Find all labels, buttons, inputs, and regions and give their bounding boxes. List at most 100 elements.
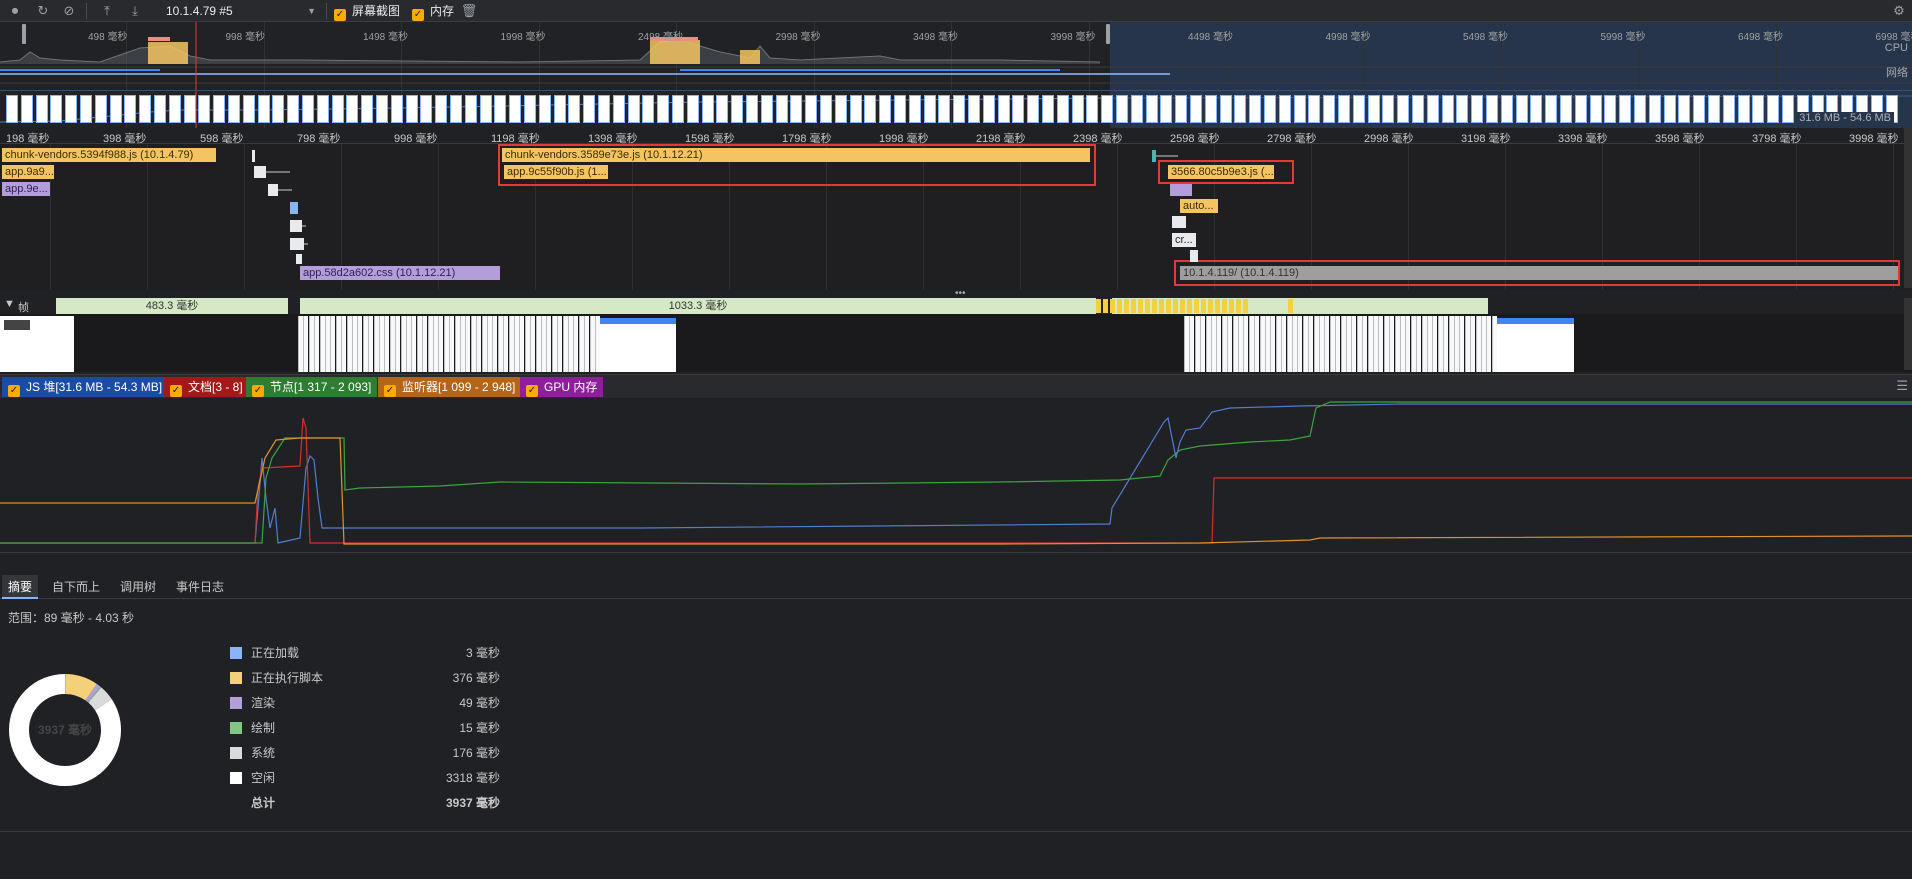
screenshot-thumbnail[interactable] — [551, 316, 557, 372]
screenshot-thumbnail[interactable] — [595, 316, 600, 372]
screenshot-thumbnail[interactable] — [1254, 316, 1260, 372]
screenshot-thumbnail[interactable] — [325, 316, 330, 372]
screenshot-thumbnail[interactable] — [346, 316, 352, 372]
screenshot-thumbnail[interactable] — [1448, 316, 1454, 372]
download-icon[interactable]: ⤓ — [126, 2, 144, 20]
legend-js-heap[interactable]: ✓ JS 堆[31.6 MB - 54.3 MB] — [2, 377, 169, 397]
upload-icon[interactable]: ⤒ — [98, 2, 116, 20]
screenshot-thumbnail[interactable] — [1227, 316, 1233, 372]
screenshot-thumbnail[interactable] — [1232, 316, 1238, 372]
screenshot-thumbnail[interactable] — [341, 316, 347, 372]
screenshot-thumbnail[interactable] — [600, 318, 676, 372]
screenshot-thumbnail[interactable] — [1362, 316, 1368, 372]
legend-nodes[interactable]: ✓ 节点[1 317 - 2 093] — [246, 377, 378, 397]
screenshot-thumbnail[interactable] — [1367, 316, 1373, 372]
screenshot-thumbnail[interactable] — [1410, 316, 1416, 372]
screenshot-thumbnail[interactable] — [1378, 316, 1384, 372]
screenshot-thumbnail[interactable] — [1265, 316, 1270, 372]
tab-call-tree[interactable]: 调用树 — [114, 575, 162, 599]
screenshot-thumbnail[interactable] — [1459, 316, 1465, 372]
screenshot-thumbnail[interactable] — [1491, 316, 1497, 372]
screenshot-thumbnail[interactable] — [460, 316, 465, 372]
main-scrollbar[interactable] — [1904, 128, 1912, 288]
record-icon[interactable]: ⏺ — [6, 2, 24, 20]
screenshot-thumbnail[interactable] — [1494, 318, 1574, 372]
screenshot-thumbnail[interactable] — [1308, 316, 1314, 372]
screenshot-thumbnail[interactable] — [562, 316, 568, 372]
screenshot-thumbnail[interactable] — [314, 316, 320, 372]
screenshot-thumbnail[interactable] — [589, 316, 595, 372]
screenshot-thumbnail[interactable] — [1243, 316, 1249, 372]
screenshot-thumbnail[interactable] — [1292, 316, 1297, 372]
screenshot-thumbnail[interactable] — [1200, 316, 1206, 372]
screenshot-thumbnail[interactable] — [454, 316, 460, 372]
timeline-overview[interactable]: CPU 网络 498 毫秒 998 毫秒 1498 毫秒 1998 毫秒 2498 毫秒… — [0, 22, 1912, 128]
screenshot-thumbnail[interactable] — [1346, 316, 1351, 372]
screenshot-thumbnail[interactable] — [1475, 316, 1481, 372]
screenshot-thumbnail[interactable] — [379, 316, 384, 372]
screenshot-thumbnail[interactable] — [1335, 316, 1341, 372]
screenshot-thumbnail[interactable] — [573, 316, 579, 372]
screenshot-thumbnail[interactable] — [1221, 316, 1227, 372]
screenshot-thumbnail[interactable] — [373, 316, 379, 372]
screenshot-thumbnail[interactable] — [438, 316, 444, 372]
screenshot-thumbnail[interactable] — [1194, 316, 1200, 372]
screenshot-thumbnail[interactable] — [1421, 316, 1427, 372]
screenshot-thumbnail[interactable] — [568, 316, 573, 372]
screenshot-thumbnail[interactable] — [433, 316, 438, 372]
legend-documents[interactable]: ✓ 文档[3 - 8] — [164, 377, 249, 397]
screenshot-thumbnail[interactable] — [1486, 316, 1492, 372]
screenshot-thumbnail[interactable] — [335, 316, 341, 372]
screenshot-thumbnail[interactable] — [1383, 316, 1389, 372]
screenshot-thumbnail[interactable] — [449, 316, 455, 372]
screenshot-thumbnail[interactable] — [1427, 316, 1432, 372]
screenshot-thumbnail[interactable] — [1211, 316, 1216, 372]
tab-bottom-up[interactable]: 自下而上 — [46, 575, 106, 599]
screenshot-thumbnail[interactable] — [1275, 316, 1281, 372]
screenshot-thumbnail[interactable] — [524, 316, 530, 372]
screenshot-thumbnail[interactable] — [1270, 316, 1276, 372]
screenshot-thumbnail[interactable] — [1184, 316, 1189, 372]
memory-checkbox[interactable]: ✓ 内存 — [412, 3, 454, 21]
screenshot-thumbnail[interactable] — [1351, 316, 1357, 372]
screenshot-thumbnail[interactable] — [319, 316, 325, 372]
screenshot-thumbnail[interactable] — [541, 316, 546, 372]
screenshot-thumbnail[interactable] — [330, 316, 336, 372]
screenshot-thumbnail[interactable] — [1454, 316, 1459, 372]
screenshot-thumbnail[interactable] — [1324, 316, 1330, 372]
screenshot-thumbnail[interactable] — [427, 316, 433, 372]
legend-gpu-memory[interactable]: ✓ GPU 内存 — [520, 377, 604, 397]
legend-listeners[interactable]: ✓ 监听器[1 099 - 2 948] — [378, 377, 522, 397]
screenshot-thumbnail[interactable] — [1259, 316, 1265, 372]
screenshot-thumbnail[interactable] — [503, 316, 509, 372]
screenshot-thumbnail[interactable] — [530, 316, 536, 372]
screenshot-thumbnail[interactable] — [519, 316, 525, 372]
frame-block[interactable]: 1033.3 毫秒 — [300, 298, 1096, 314]
screenshot-thumbnail[interactable] — [584, 316, 590, 372]
gear-icon[interactable]: ⚙ — [1890, 2, 1908, 20]
screenshot-thumbnail[interactable] — [1313, 316, 1319, 372]
clear-icon[interactable]: ⊘ — [60, 2, 78, 20]
screenshot-thumbnail[interactable] — [465, 316, 471, 372]
screenshot-thumbnail[interactable] — [1470, 316, 1476, 372]
screenshot-thumbnail[interactable] — [395, 316, 401, 372]
overview-right-handle[interactable] — [1106, 24, 1110, 44]
screenshot-thumbnail[interactable] — [1205, 316, 1211, 372]
recording-select[interactable]: 10.1.4.79 #5 ▼ — [160, 2, 320, 20]
screenshot-thumbnail[interactable] — [1373, 316, 1378, 372]
screenshot-thumbnail[interactable] — [352, 316, 357, 372]
screenshot-thumbnail[interactable] — [1405, 316, 1411, 372]
screenshot-thumbnail[interactable] — [508, 316, 514, 372]
screenshot-thumbnail[interactable] — [487, 316, 492, 372]
screenshot-thumbnail[interactable] — [368, 316, 374, 372]
screenshot-thumbnail[interactable] — [406, 316, 411, 372]
screenshot-thumbnail[interactable] — [481, 316, 487, 372]
screenshot-thumbnail[interactable] — [1216, 316, 1222, 372]
screenshot-thumbnail[interactable] — [362, 316, 368, 372]
screenshot-thumbnail[interactable] — [1329, 316, 1335, 372]
screenshot-thumbnail[interactable] — [0, 316, 74, 372]
screenshot-thumbnail[interactable] — [578, 316, 584, 372]
screenshot-thumbnail[interactable] — [1189, 316, 1195, 372]
screenshot-thumbnail[interactable] — [476, 316, 482, 372]
screenshot-thumbnail[interactable] — [443, 316, 449, 372]
